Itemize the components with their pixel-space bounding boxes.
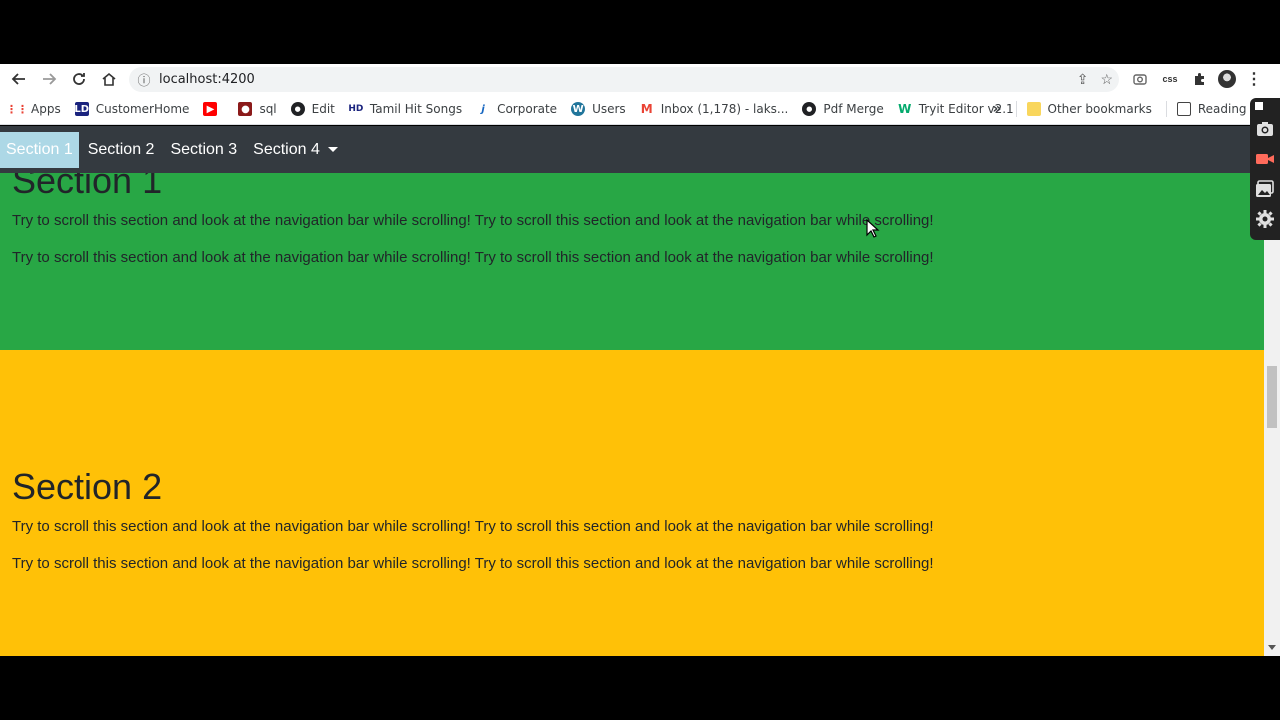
scroll-down-arrow-icon[interactable] — [1268, 645, 1276, 650]
j-icon: j — [481, 103, 485, 115]
bookmark-label: Tamil Hit Songs — [369, 102, 463, 116]
bookmark-item[interactable]: j Corporate — [476, 102, 557, 116]
other-bookmarks-label: Other bookmarks — [1047, 102, 1152, 116]
sticky-navbar: Section 1 Section 2 Section 3 Section 4 — [0, 126, 1264, 173]
gallery-icon[interactable] — [1252, 174, 1278, 204]
bookmarks-divider — [1165, 101, 1167, 117]
nav-section-4-dropdown[interactable]: Section 4 — [246, 132, 345, 168]
section-1-paragraph: Try to scroll this section and look at t… — [12, 249, 934, 266]
bookmark-item[interactable]: LD CustomerHome — [74, 102, 190, 116]
other-bookmarks-folder[interactable]: Other bookmarks — [1026, 102, 1152, 116]
camera-icon[interactable] — [1252, 114, 1278, 144]
nav-label: Section 2 — [87, 140, 155, 158]
capture-widget — [1250, 98, 1280, 240]
screenshot-extension-icon[interactable] — [1128, 64, 1152, 94]
bookmark-label: sql — [259, 102, 277, 116]
nav-label: Section 1 — [6, 140, 73, 158]
sql-icon: ● — [238, 102, 253, 116]
globe-icon: ● — [802, 102, 817, 116]
section-2-paragraph: Try to scroll this section and look at t… — [12, 555, 934, 572]
bookmark-label: Inbox (1,178) - laks... — [660, 102, 789, 116]
bookmarks-overflow-chevron-icon[interactable]: » — [992, 101, 1001, 117]
bookmark-item[interactable]: ● Pdf Merge — [802, 102, 884, 116]
reading-list-icon — [1176, 102, 1191, 116]
bookmark-label: Pdf Merge — [823, 102, 884, 116]
share-icon[interactable]: ⇪ — [1077, 71, 1089, 88]
bookmark-item[interactable]: ▶ — [203, 102, 224, 116]
url-text: localhost:4200 — [159, 72, 255, 87]
bookmarks-bar: ⋮⋮ Apps LD CustomerHome ▶ ● sql ● Edit HD Tamil Hi… — [0, 94, 1280, 125]
bookmarks-divider — [1015, 101, 1017, 117]
wordpress-icon: W — [571, 102, 586, 116]
section-2-title: Section 2 — [12, 466, 163, 507]
section-2: Section 2 Try to scroll this section and… — [0, 350, 1264, 656]
bookmark-item[interactable]: W Users — [571, 102, 626, 116]
scrollbar-thumb[interactable] — [1267, 366, 1277, 428]
w3-icon: W — [898, 102, 912, 116]
video-icon[interactable] — [1252, 144, 1278, 174]
gmail-icon: M — [640, 102, 653, 116]
nav-label: Section 4 — [253, 140, 320, 158]
bookmark-star-icon[interactable]: ☆ — [1100, 71, 1113, 88]
bookmark-item[interactable]: ⋮⋮ Apps — [6, 102, 61, 116]
globe-icon: ● — [290, 102, 305, 116]
extensions-puzzle-icon[interactable] — [1188, 64, 1212, 94]
dropdown-caret-icon — [327, 147, 338, 152]
css-extension-icon[interactable]: css — [1158, 64, 1182, 94]
reload-icon[interactable] — [64, 64, 94, 94]
bookmark-item[interactable]: ● Edit — [290, 102, 335, 116]
home-icon[interactable] — [94, 64, 124, 94]
bookmark-ld-icon: LD — [74, 102, 90, 116]
settings-gear-icon[interactable] — [1252, 204, 1278, 234]
nav-section-3-link[interactable]: Section 3 — [163, 132, 244, 168]
nav-section-2-link[interactable]: Section 2 — [81, 132, 162, 168]
back-arrow-icon[interactable] — [4, 64, 34, 94]
address-bar[interactable]: ⓘ localhost:4200 ⇪ ☆ — [129, 67, 1119, 92]
folder-icon — [1026, 102, 1041, 116]
nav-label: Section 3 — [170, 140, 238, 158]
extensions-area: css ⋮ — [1128, 64, 1266, 94]
bookmark-label: Users — [592, 102, 626, 116]
bookmark-label: Corporate — [497, 102, 558, 116]
profile-avatar[interactable] — [1218, 70, 1236, 88]
bookmarks-right-group: » Other bookmarks Reading list — [992, 94, 1268, 124]
hd-icon: HD — [348, 104, 364, 114]
bookmark-item[interactable]: HD Tamil Hit Songs — [348, 102, 463, 116]
nav-section-1-link[interactable]: Section 1 — [0, 131, 79, 168]
widget-pin-icon[interactable] — [1255, 102, 1263, 110]
section-1-paragraph: Try to scroll this section and look at t… — [12, 212, 934, 229]
forward-arrow-icon[interactable] — [34, 64, 64, 94]
bookmark-label: Edit — [311, 102, 335, 116]
bookmark-label: Apps — [31, 102, 61, 116]
apps-grid-icon: ⋮⋮ — [6, 102, 28, 116]
screen: ⓘ localhost:4200 ⇪ ☆ css ⋮ ⋮⋮ Apps LD Custo… — [0, 0, 1280, 720]
bookmark-item[interactable]: ● sql — [238, 102, 277, 116]
browser-menu-icon[interactable]: ⋮ — [1242, 64, 1266, 94]
mouse-cursor-icon — [866, 219, 880, 238]
section-2-paragraph: Try to scroll this section and look at t… — [12, 518, 934, 535]
page-viewport: Section 1 Try to scroll this section and… — [0, 126, 1280, 656]
youtube-icon: ▶ — [203, 102, 218, 116]
browser-toolbar: ⓘ localhost:4200 ⇪ ☆ css ⋮ — [0, 64, 1280, 94]
bookmark-item[interactable]: M Inbox (1,178) - laks... — [640, 102, 789, 116]
site-info-icon[interactable]: ⓘ — [129, 70, 159, 89]
bookmark-label: CustomerHome — [95, 102, 190, 116]
